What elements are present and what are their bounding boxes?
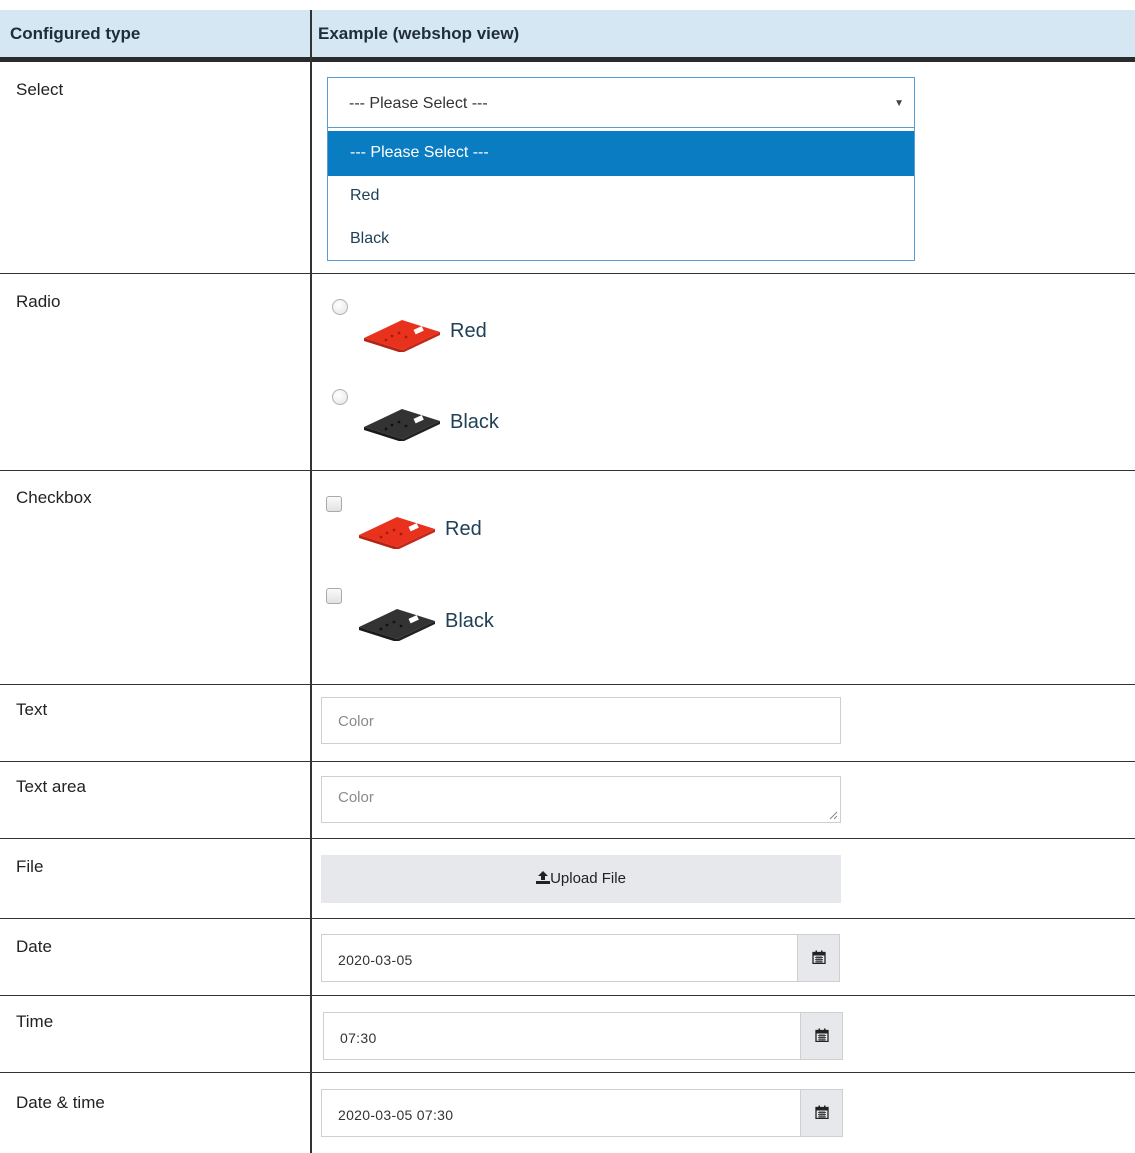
textarea-placeholder: Color [338, 789, 374, 806]
upload-file-label: Upload File [550, 870, 626, 887]
row-label-time: Time [16, 1012, 54, 1031]
upload-file-button[interactable]: Upload File [321, 855, 841, 903]
select-option-please-select[interactable]: --- Please Select --- [328, 131, 914, 176]
radio-label-red: Red [450, 320, 487, 342]
datetime-value: 2020-03-05 07:30 [338, 1107, 454, 1123]
checkbox-black[interactable] [326, 588, 342, 604]
row-divider [0, 761, 1135, 762]
select-dropdown: --- Please Select --- Red Black [327, 128, 915, 261]
row-divider [0, 684, 1135, 685]
header-divider [0, 57, 1135, 62]
radio-label-black: Black [450, 411, 499, 433]
checkbox-label-black: Black [445, 610, 494, 632]
time-input[interactable]: 07:30 [323, 1012, 843, 1060]
checkbox-red[interactable] [326, 496, 342, 512]
date-input[interactable]: 2020-03-05 [321, 934, 840, 982]
text-input-placeholder: Color [338, 713, 374, 730]
datetime-input[interactable]: 2020-03-05 07:30 [321, 1089, 843, 1137]
row-label-date: Date [16, 937, 52, 956]
textarea-input[interactable]: Color [321, 776, 841, 823]
date-picker-button[interactable] [797, 935, 839, 981]
time-value: 07:30 [340, 1030, 377, 1046]
row-label-datetime: Date & time [16, 1093, 105, 1112]
row-divider [0, 995, 1135, 996]
column-divider [310, 10, 312, 1153]
black-part-image [359, 609, 435, 641]
calendar-icon [815, 1105, 829, 1119]
row-label-textarea: Text area [16, 777, 86, 796]
caret-down-icon: ▼ [894, 98, 904, 109]
calendar-icon [812, 950, 826, 964]
row-label-select: Select [16, 80, 64, 99]
row-label-file: File [16, 857, 44, 876]
select-current-value: --- Please Select --- [349, 95, 488, 112]
options-table: Configured type Example (webshop view) S… [0, 0, 1135, 1153]
table-header: Configured type Example (webshop view) [0, 10, 1135, 57]
header-example: Example (webshop view) [318, 24, 520, 43]
calendar-icon [815, 1028, 829, 1042]
upload-icon [536, 871, 551, 884]
row-divider [0, 838, 1135, 839]
select-option-black[interactable]: Black [328, 217, 914, 262]
time-picker-button[interactable] [800, 1013, 842, 1059]
black-part-image [364, 409, 440, 441]
radio-red[interactable] [332, 299, 348, 315]
row-label-radio: Radio [16, 292, 61, 311]
row-label-checkbox: Checkbox [16, 488, 92, 507]
row-divider [0, 1072, 1135, 1073]
checkbox-label-red: Red [445, 518, 482, 540]
text-input[interactable]: Color [321, 697, 841, 744]
row-divider [0, 470, 1135, 471]
select-option-red[interactable]: Red [328, 174, 914, 219]
red-part-image [364, 320, 440, 352]
row-divider [0, 273, 1135, 274]
red-part-image [359, 517, 435, 549]
row-label-text: Text [16, 700, 48, 719]
date-value: 2020-03-05 [338, 952, 413, 968]
resize-handle-icon[interactable] [829, 811, 838, 820]
datetime-picker-button[interactable] [800, 1090, 842, 1136]
header-configured-type: Configured type [10, 24, 141, 43]
row-divider [0, 918, 1135, 919]
color-select[interactable]: --- Please Select --- ▼ [327, 77, 915, 128]
radio-black[interactable] [332, 389, 348, 405]
